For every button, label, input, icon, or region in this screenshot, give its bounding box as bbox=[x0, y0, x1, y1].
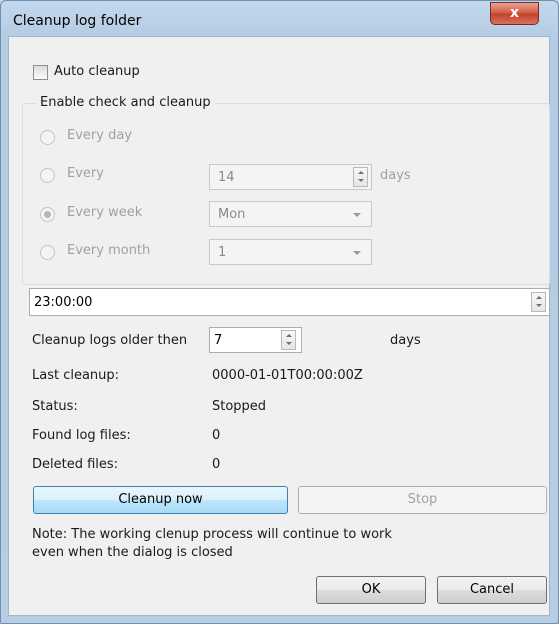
status-label: Status: bbox=[32, 399, 78, 414]
every-month-label: Every month bbox=[67, 243, 151, 258]
every-days-value: 14 bbox=[218, 170, 235, 185]
ok-button[interactable]: OK bbox=[316, 576, 426, 604]
time-spinbox[interactable]: 23:00:00 bbox=[29, 288, 550, 316]
older-than-spinbox[interactable]: 7 bbox=[209, 327, 302, 353]
enable-check-group-label: Enable check and cleanup bbox=[36, 95, 215, 110]
time-value: 23:00:00 bbox=[34, 295, 93, 310]
auto-cleanup-checkbox[interactable] bbox=[33, 65, 48, 80]
every-days-unit: days bbox=[380, 168, 411, 183]
chevron-down-icon bbox=[353, 213, 361, 217]
every-radio[interactable] bbox=[40, 168, 55, 183]
cleanup-now-button[interactable]: Cleanup now bbox=[33, 486, 288, 514]
deleted-files-value: 0 bbox=[212, 457, 221, 472]
status-value: Stopped bbox=[212, 399, 267, 414]
older-than-unit: days bbox=[390, 333, 421, 348]
stop-button[interactable]: Stop bbox=[298, 486, 547, 514]
older-than-value: 7 bbox=[214, 333, 223, 348]
every-days-spin-buttons[interactable] bbox=[353, 167, 368, 187]
last-cleanup-value: 0000-01-01T00:00:00Z bbox=[212, 368, 363, 383]
month-day-dropdown[interactable]: 1 bbox=[209, 239, 372, 265]
every-day-label: Every day bbox=[67, 128, 132, 143]
title-bar[interactable]: Cleanup log folder x bbox=[1, 1, 558, 37]
found-files-label: Found log files: bbox=[32, 428, 131, 443]
every-days-spinbox[interactable]: 14 bbox=[209, 164, 372, 190]
window-title: Cleanup log folder bbox=[13, 13, 142, 29]
month-day-value: 1 bbox=[218, 245, 227, 260]
every-week-radio[interactable] bbox=[40, 207, 55, 222]
chevron-down-icon bbox=[353, 251, 361, 255]
older-than-spin-buttons[interactable] bbox=[281, 330, 296, 350]
close-icon: x bbox=[509, 5, 520, 21]
week-day-value: Mon bbox=[218, 207, 246, 222]
week-day-dropdown[interactable]: Mon bbox=[209, 201, 372, 227]
close-button[interactable]: x bbox=[490, 2, 539, 25]
older-than-label: Cleanup logs older then bbox=[32, 333, 188, 348]
every-label: Every bbox=[67, 166, 104, 181]
every-week-label: Every week bbox=[67, 205, 143, 220]
auto-cleanup-label: Auto cleanup bbox=[54, 64, 140, 79]
cancel-button[interactable]: Cancel bbox=[437, 576, 547, 604]
last-cleanup-label: Last cleanup: bbox=[32, 368, 120, 383]
note-line-1: Note: The working clenup process will co… bbox=[32, 527, 392, 542]
every-month-radio[interactable] bbox=[40, 245, 55, 260]
deleted-files-label: Deleted files: bbox=[32, 457, 119, 472]
every-day-radio[interactable] bbox=[40, 130, 55, 145]
found-files-value: 0 bbox=[212, 428, 221, 443]
note-line-2: even when the dialog is closed bbox=[32, 545, 233, 560]
time-spin-buttons[interactable] bbox=[531, 292, 546, 312]
